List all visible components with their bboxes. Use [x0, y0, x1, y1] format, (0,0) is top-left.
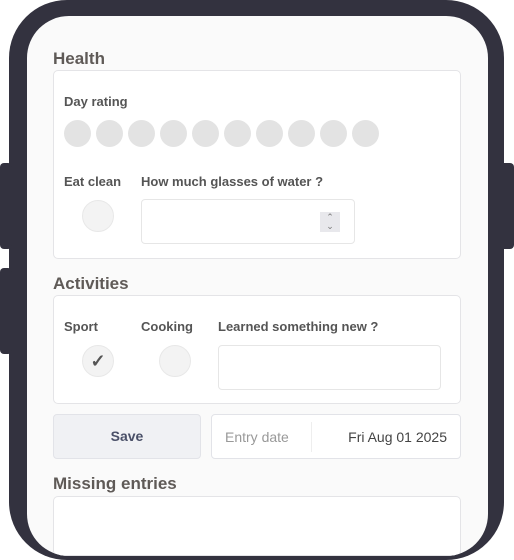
eat-clean-label: Eat clean	[64, 174, 122, 189]
rating-dot[interactable]	[288, 120, 315, 147]
cooking-label: Cooking	[141, 319, 193, 334]
entry-date-field[interactable]: Entry date Fri Aug 01 2025	[211, 414, 461, 459]
missing-entries-card	[53, 496, 461, 556]
learned-input[interactable]	[218, 345, 441, 390]
missing-entries-heading: Missing entries	[53, 474, 177, 493]
phone-side-button	[0, 268, 12, 354]
day-rating-label: Day rating	[64, 94, 128, 109]
rating-dot[interactable]	[320, 120, 347, 147]
rating-dot[interactable]	[128, 120, 155, 147]
app-screen: Health Day rating Eat clean How much gla…	[27, 16, 488, 556]
water-input[interactable]: ⌃ ⌄	[141, 199, 355, 244]
rating-dot[interactable]	[160, 120, 187, 147]
health-card: Day rating Eat clean How much glasses of…	[53, 70, 461, 259]
activities-heading: Activities	[53, 274, 129, 293]
rating-dot[interactable]	[96, 120, 123, 147]
stepper-icon[interactable]: ⌃ ⌄	[320, 212, 340, 232]
activities-card: Sport ✓ Cooking Learned something new ?	[53, 295, 461, 404]
cooking-checkbox[interactable]	[159, 345, 191, 377]
rating-dot[interactable]	[352, 120, 379, 147]
checkmark-icon: ✓	[90, 351, 106, 371]
entry-date-value: Fri Aug 01 2025	[348, 428, 447, 445]
rating-dot[interactable]	[192, 120, 219, 147]
phone-side-button	[0, 163, 12, 249]
sport-checkbox[interactable]: ✓	[82, 345, 114, 377]
save-button[interactable]: Save	[53, 414, 201, 459]
water-label: How much glasses of water ?	[141, 174, 324, 189]
rating-dot[interactable]	[64, 120, 91, 147]
learned-label: Learned something new ?	[218, 319, 379, 334]
rating-dot[interactable]	[224, 120, 251, 147]
rating-dot[interactable]	[256, 120, 283, 147]
eat-clean-checkbox[interactable]	[82, 200, 114, 232]
sport-label: Sport	[64, 319, 98, 334]
entry-date-label: Entry date	[212, 421, 312, 452]
health-heading: Health	[53, 49, 105, 68]
phone-side-button	[500, 163, 514, 249]
